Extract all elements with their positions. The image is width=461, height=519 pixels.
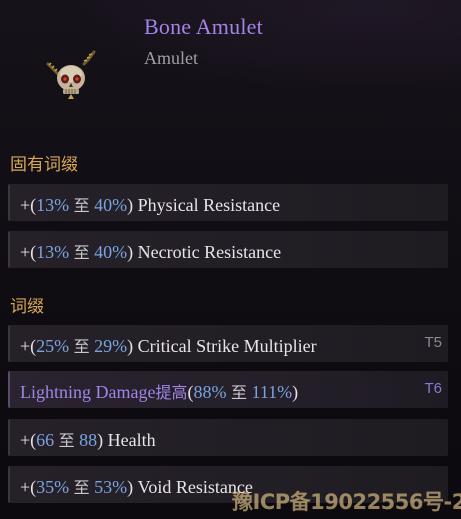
watermark-text: 豫ICP备19022556号-2 [232, 490, 461, 514]
affix-text: +(66 至 88) Health [20, 427, 156, 451]
affix-text: Lightning Damage提高(88% 至 111%) [20, 379, 298, 403]
affix-range-separator: 至 [73, 337, 90, 356]
item-type: Amulet [144, 48, 198, 68]
affix-stat-modifier: 提高 [155, 383, 188, 402]
affix-tier-badge: T6 [424, 380, 442, 397]
affix-suffix: ) [292, 382, 299, 402]
affix-min: 66 [36, 430, 55, 450]
affix-max: 29% [94, 336, 128, 356]
affix-prefix: +( [20, 336, 37, 356]
affix-max: 53% [94, 477, 128, 497]
affix-min: 25% [36, 336, 70, 356]
affix-prefix: +( [20, 242, 37, 262]
affix-suffix: ) [127, 195, 134, 215]
skull-amulet-icon [46, 50, 96, 99]
affix-max: 40% [94, 195, 128, 215]
affix-tier-badge: T5 [424, 334, 442, 351]
item-name: Bone Amulet [144, 14, 263, 39]
affix-row-highlighted: Lightning Damage提高(88% 至 111%) T6 [8, 371, 448, 408]
implicit-row: +(13% 至 40%) Physical Resistance [8, 184, 448, 221]
affix-stat: Physical Resistance [137, 195, 281, 215]
item-tooltip: Bone Amulet Amulet 固有词缀 +(13% 至 40%) Phy… [0, 0, 461, 519]
affix-section-title: 词缀 [10, 297, 44, 317]
affix-max: 40% [94, 242, 128, 262]
affix-min: 88% [193, 382, 227, 402]
affix-row: +(25% 至 29%) Critical Strike Multiplier … [8, 325, 448, 362]
implicit-text: +(13% 至 40%) Necrotic Resistance [20, 239, 281, 263]
affix-max: 111% [251, 382, 293, 402]
affix-range-separator: 至 [73, 478, 90, 497]
affix-stat: Critical Strike Multiplier [137, 336, 317, 356]
affix-stat: Lightning Damage [20, 382, 156, 402]
affix-prefix: +( [20, 195, 37, 215]
affix-suffix: ) [127, 336, 134, 356]
affix-text: +(25% 至 29%) Critical Strike Multiplier [20, 333, 317, 357]
affix-prefix: +( [20, 430, 37, 450]
affix-suffix: ) [97, 430, 104, 450]
affix-range-separator: 至 [58, 431, 75, 450]
affix-range-separator: 至 [230, 383, 247, 402]
affix-stat: Health [107, 430, 156, 450]
affix-stat: Necrotic Resistance [137, 242, 282, 262]
affix-row: +(66 至 88) Health [8, 419, 448, 456]
affix-max: 88 [79, 430, 98, 450]
affix-min: 13% [36, 242, 70, 262]
affix-prefix: +( [20, 477, 37, 497]
affix-min: 35% [36, 477, 70, 497]
affix-min: 13% [36, 195, 70, 215]
implicit-text: +(13% 至 40%) Physical Resistance [20, 192, 280, 216]
affix-range-separator: 至 [73, 243, 90, 262]
affix-suffix: ) [127, 242, 134, 262]
affix-suffix: ) [127, 477, 134, 497]
implicit-section-title: 固有词缀 [10, 155, 78, 175]
affix-range-separator: 至 [73, 196, 90, 215]
implicit-row: +(13% 至 40%) Necrotic Resistance [8, 231, 448, 268]
affix-text: +(35% 至 53%) Void Resistance [20, 474, 253, 498]
